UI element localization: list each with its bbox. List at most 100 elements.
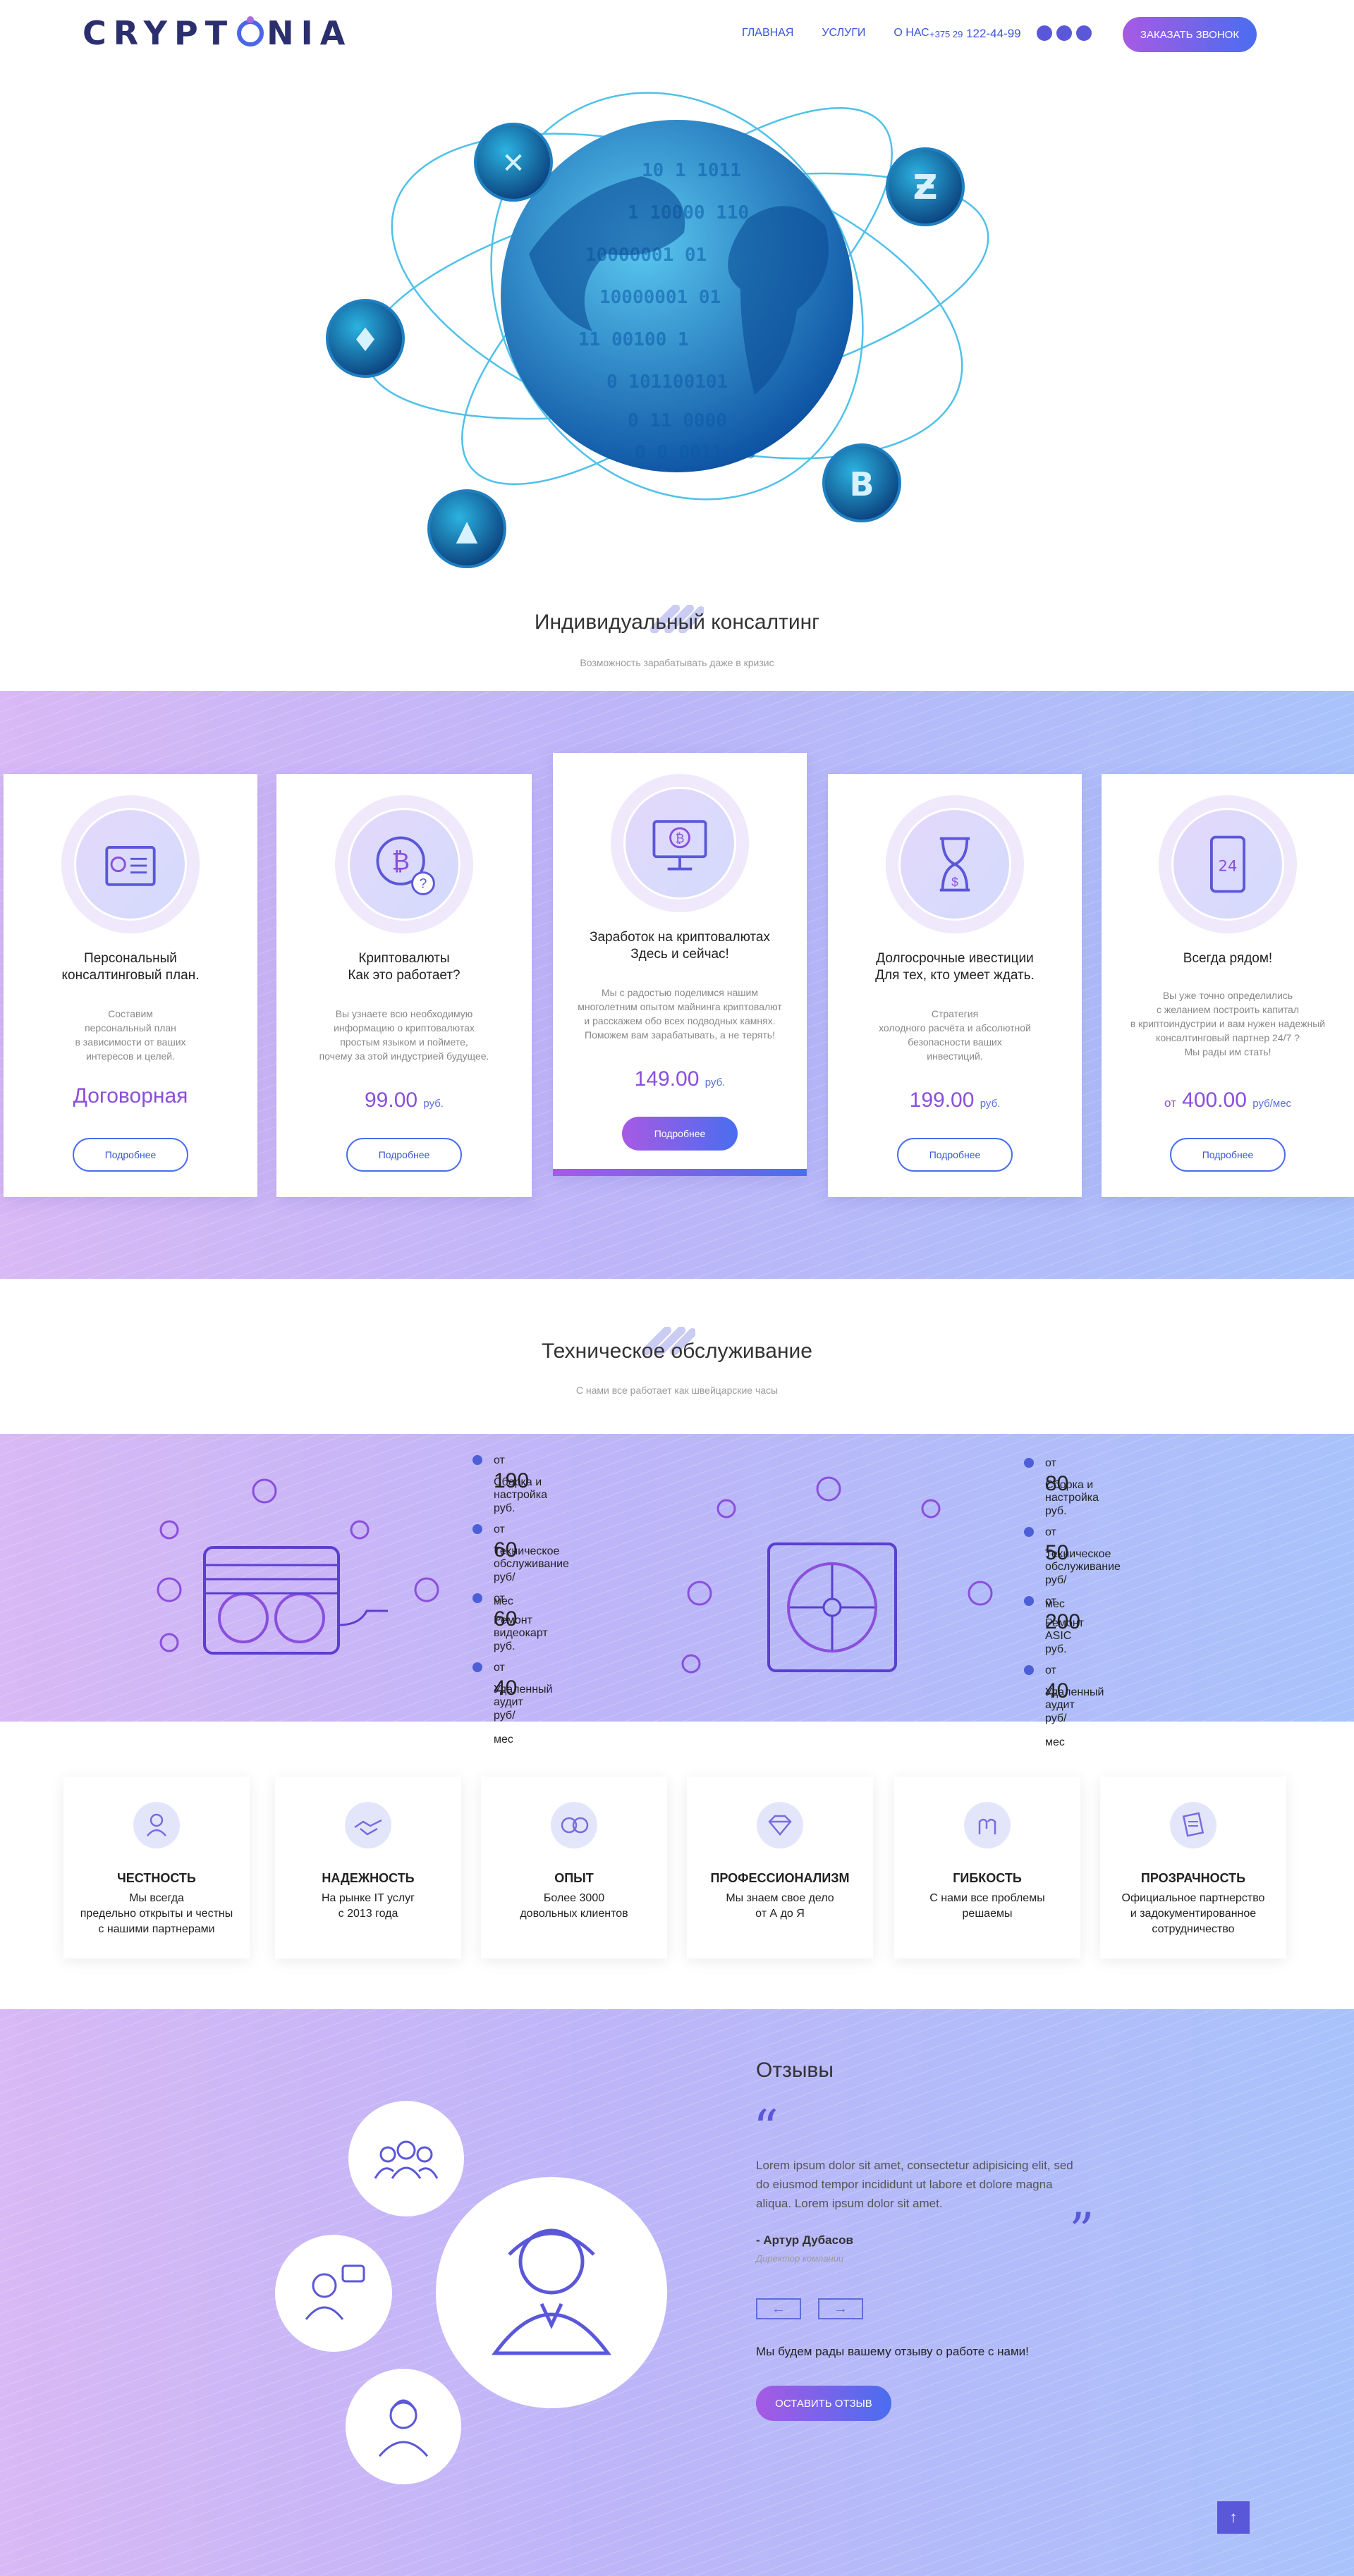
logo-o-icon: [237, 16, 264, 47]
card-price: 199.00 руб.: [909, 1088, 1001, 1112]
review-author-role: Директор компании: [756, 2253, 844, 2264]
consulting-card-5: 24 Всегда рядом! Вы уже точно определили…: [1102, 774, 1354, 1197]
ripple-icon: ✕: [474, 123, 553, 202]
feature-title: ПРОЗРАЧНОСТЬ: [1140, 1871, 1246, 1885]
telegram-icon[interactable]: [1056, 25, 1072, 41]
hero-globe: 10 1 1011 1 10000 110 10000001 01 100000…: [296, 42, 1044, 606]
service-label: Техническое обслуживание: [494, 1545, 569, 1570]
card-description: Вы уже точно определились с желанием пос…: [1130, 990, 1326, 1057]
monitor-bitcoin-icon: ₿: [652, 820, 707, 871]
feature-reliability: НАДЕЖНОСТЬ На рынке IT услуг с 2013 года: [275, 1777, 461, 1958]
svg-text:♦: ♦: [350, 321, 379, 359]
feature-title: ОПЫТ: [554, 1871, 594, 1885]
card-title: Криптовалюты Как это работает?: [348, 951, 461, 983]
featured-bar: [553, 1169, 807, 1176]
support-avatar-circle: [275, 2235, 392, 2352]
card-more-button[interactable]: Подробнее: [622, 1117, 738, 1151]
feature-professionalism: ПРОФЕССИОНАЛИЗМ Мы знаем свое дело от А …: [687, 1777, 873, 1958]
svg-text:₿: ₿: [676, 831, 685, 845]
svg-text:✕: ✕: [501, 147, 525, 180]
call-request-button[interactable]: ЗАКАЗАТЬ ЗВОНОК: [1123, 17, 1257, 52]
reviews-title: Отзывы: [756, 2059, 834, 2082]
viber-icon[interactable]: [1037, 25, 1052, 41]
service-label: Сборка и настройка: [494, 1476, 548, 1501]
asic-illustration: [681, 1476, 993, 1674]
svg-text:₿: ₿: [391, 848, 410, 876]
diamond-icon: [757, 1802, 803, 1848]
card-price: Договорная: [73, 1084, 188, 1108]
smile-faces-icon: [551, 1802, 597, 1848]
nav-about[interactable]: О НАС: [893, 27, 929, 39]
card-title: Долгосрочные ивестиции Для тех, кто умее…: [875, 951, 1035, 983]
feature-title: ПРОФЕССИОНАЛИЗМ: [710, 1871, 850, 1885]
card-description: Стратегия холодного расчёта и абсолютной…: [879, 1008, 1031, 1062]
card-description: Мы с радостью поделимся нашим многолетни…: [578, 987, 782, 1041]
review-author: - Артур Дубасов: [756, 2233, 853, 2247]
review-next-button[interactable]: →: [818, 2298, 863, 2319]
service-label: Удаленный аудит: [1045, 1686, 1104, 1711]
consulting-subtitle: Возможность зарабатывать даже в кризис: [580, 657, 774, 668]
feature-description: Мы всегда предельно открыты и честны с н…: [80, 1892, 233, 1935]
consulting-card-1: Персональный консалтинговый план. Состав…: [4, 774, 257, 1197]
team-icon: [133, 1802, 180, 1848]
card-description: Составим персональный план в зависимости…: [75, 1008, 186, 1062]
whatsapp-icon[interactable]: [1076, 25, 1092, 41]
feature-title: НАДЕЖНОСТЬ: [322, 1871, 415, 1885]
documents-icon: [1170, 1802, 1216, 1848]
svg-text:0 101100101: 0 101100101: [606, 372, 728, 393]
tech-title: Техническое обслуживание: [542, 1339, 812, 1363]
svg-text:$: $: [951, 875, 958, 889]
nav-home[interactable]: ГЛАВНАЯ: [742, 27, 793, 39]
main-avatar-circle: [436, 2177, 667, 2408]
zcash-icon: Ƶ: [886, 147, 965, 226]
feature-experience: ОПЫТ Более 3000 довольных клиентов: [481, 1777, 667, 1958]
card-description: Вы узнаете всю необходимую информацию о …: [319, 1008, 489, 1062]
feature-transparency: ПРОЗРАЧНОСТЬ Официальное партнерство и з…: [1100, 1777, 1286, 1958]
plan-board-icon: [105, 846, 156, 886]
svg-text:10 1 1011: 10 1 1011: [642, 160, 741, 181]
scroll-to-top-button[interactable]: ↑: [1217, 2501, 1250, 2534]
feature-description: Более 3000 довольных клиентов: [520, 1892, 628, 1920]
feature-description: Мы знаем свое дело от А до Я: [726, 1892, 834, 1920]
consulting-card-4: $ Долгосрочные ивестиции Для тех, кто ум…: [828, 774, 1082, 1197]
woman-avatar-circle: [346, 2369, 461, 2484]
review-text: Lorem ipsum dolor sit amet, consectetur …: [756, 2159, 1073, 2210]
feature-description: На рынке IT услуг с 2013 года: [321, 1892, 415, 1920]
leave-review-button[interactable]: ОСТАВИТЬ ОТЗЫВ: [756, 2386, 891, 2421]
feature-description: С нами все проблемы решаемы: [929, 1892, 1045, 1920]
globe-illustration: 10 1 1011 1 10000 110 10000001 01 100000…: [326, 92, 989, 568]
review-prev-button[interactable]: ←: [756, 2298, 801, 2319]
card-price: 99.00 руб.: [364, 1088, 444, 1112]
feature-flexibility: ГИБКОСТЬ С нами все проблемы решаемы: [894, 1777, 1080, 1958]
reviews-band: [0, 2009, 1354, 2576]
svg-text:24: 24: [1219, 857, 1238, 875]
svg-text:0 11 0000: 0 11 0000: [628, 410, 727, 431]
card-more-button[interactable]: Подробнее: [897, 1138, 1013, 1172]
service-label: Удаленный аудит: [494, 1683, 553, 1708]
review-invite-text: Мы будем рады вашему отзыву о работе с н…: [756, 2345, 1029, 2358]
svg-text:10000001 01: 10000001 01: [599, 287, 721, 308]
nav-services[interactable]: УСЛУГИ: [822, 27, 865, 39]
service-label: Сборка и настройка: [1045, 1479, 1099, 1504]
card-more-button[interactable]: Подробнее: [73, 1138, 188, 1172]
hourglass-icon: $: [939, 837, 970, 892]
svg-text:▲: ▲: [456, 515, 478, 547]
service-label: Ремонт ASIC: [1045, 1617, 1084, 1642]
quote-close-icon: ”: [1069, 2202, 1094, 2260]
bitcoin-icon: B: [822, 443, 901, 522]
consulting-title: Индивидуальный консалтинг: [534, 611, 820, 634]
bitcoin-question-icon: ₿?: [376, 836, 435, 895]
card-title: Заработок на криптовалютах Здесь и сейча…: [590, 930, 770, 962]
feature-title: ГИБКОСТЬ: [953, 1871, 1022, 1885]
card-more-button[interactable]: Подробнее: [346, 1138, 462, 1172]
phone-number[interactable]: +375 29 122-44-99: [929, 27, 1021, 41]
card-title: Персональный консалтинговый план.: [61, 951, 200, 983]
card-more-button[interactable]: Подробнее: [1170, 1138, 1286, 1172]
hands-icon: [964, 1802, 1011, 1848]
gpu-rig-illustration: [157, 1478, 439, 1655]
svg-text:?: ?: [420, 877, 427, 892]
phone-24-icon: 24: [1209, 835, 1246, 893]
svg-text:B: B: [849, 465, 874, 503]
service-label: Ремонт видеокарт: [494, 1614, 548, 1639]
quote-open-icon: “: [753, 2099, 779, 2157]
